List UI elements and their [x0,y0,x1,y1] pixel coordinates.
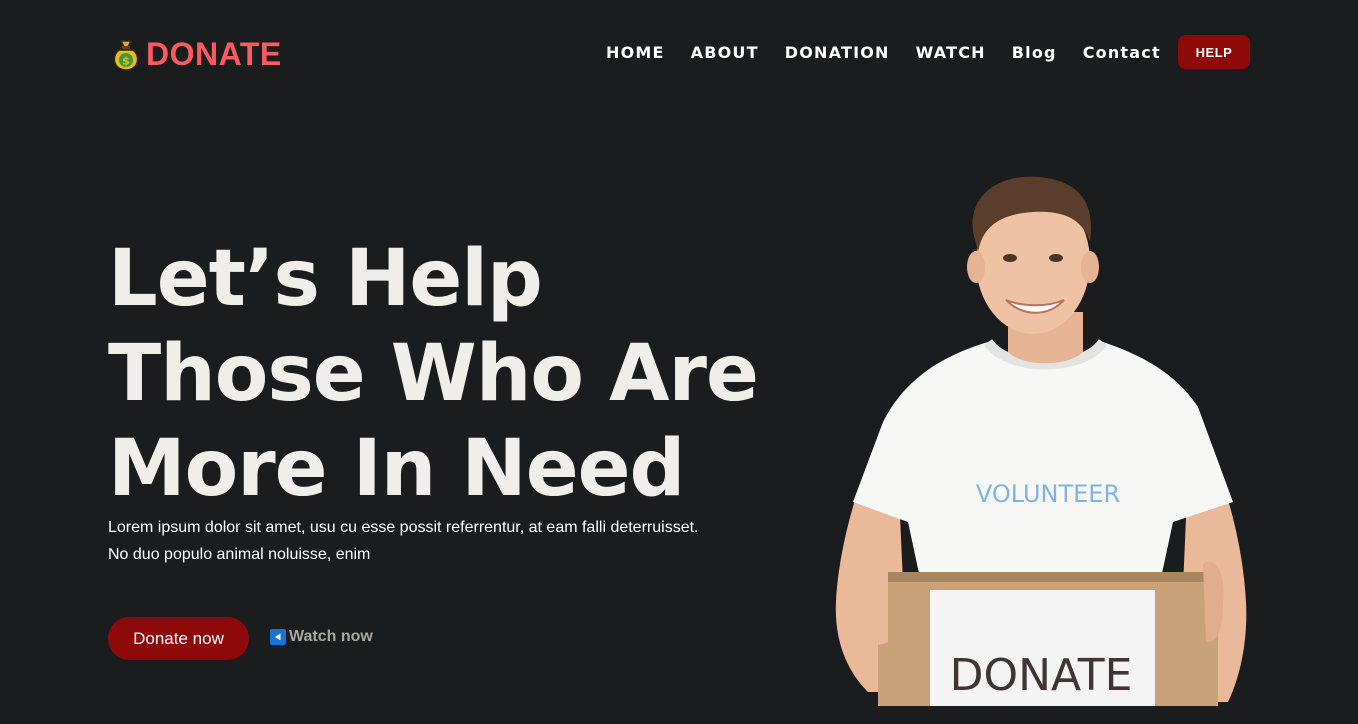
donate-now-button[interactable]: Donate now [108,617,249,660]
hero-title-line-3: More In Need [108,424,685,514]
brand-name: DONATE [146,36,282,72]
hero-title-line-1: Let’s Help [108,234,543,324]
hero-description-line-2: No duo populo animal noluisse, enim [108,546,371,563]
money-bag-icon: $ [113,39,139,71]
nav-about[interactable]: ABOUT [691,43,759,63]
hero-description: Lorem ipsum dolor sit amet, usu cu esse … [108,514,788,568]
nav-watch[interactable]: WATCH [916,43,986,63]
box-text: DONATE [950,650,1133,701]
svg-text:$: $ [122,54,130,67]
volunteer-photo: VOLUNTEER DONATE [835,176,1247,706]
hero-title-line-2: Those Who Are [108,329,759,419]
play-icon [270,629,286,645]
main-nav: HOME ABOUT DONATION WATCH Blog Contact [606,43,1187,63]
hero-description-line-1: Lorem ipsum dolor sit amet, usu cu esse … [108,519,699,536]
hero-title: Let’s Help Those Who Are More In Need [108,232,788,517]
nav-blog[interactable]: Blog [1012,43,1057,63]
help-button[interactable]: HELP [1178,35,1250,69]
nav-donation[interactable]: DONATION [785,43,890,63]
nav-contact[interactable]: Contact [1083,43,1161,63]
shirt-text: VOLUNTEER [976,480,1120,508]
nav-home[interactable]: HOME [606,43,665,63]
watch-now-label: Watch now [289,628,373,645]
watch-now-link[interactable]: Watch now [270,628,373,646]
brand-logo[interactable]: $ DONATE [110,36,282,73]
